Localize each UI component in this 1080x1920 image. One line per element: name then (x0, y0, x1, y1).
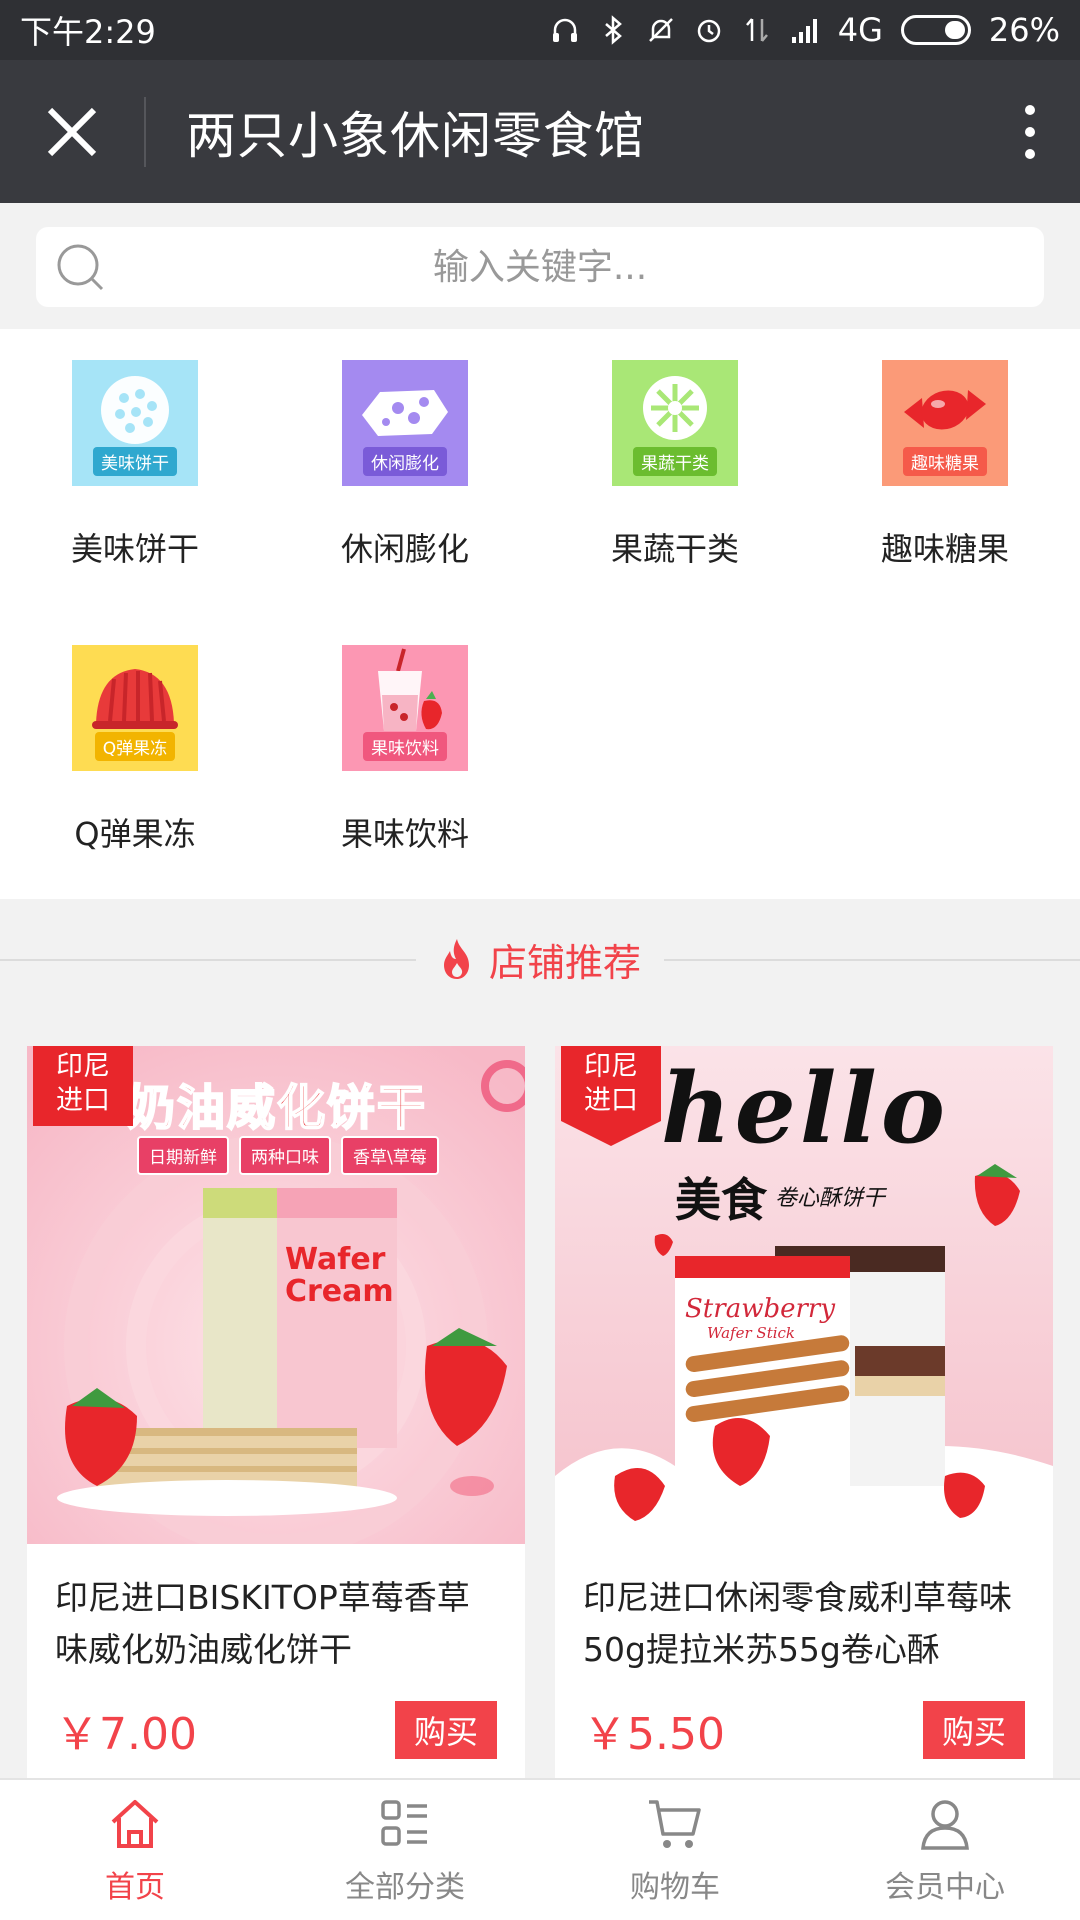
section-title: 店铺推荐 (422, 931, 657, 987)
status-icons: 4G 26% (550, 11, 1060, 49)
category-grid: 美味饼干 美味饼干 休闲膨化 休闲膨化 果蔬干类 果蔬干类 趣味糖果 趣味糖果 … (0, 329, 1080, 899)
import-badge: 印尼进口 (33, 1046, 133, 1126)
puffed-snack-icon: 休闲膨化 (342, 360, 468, 486)
page-title: 两只小象休闲零食馆 (186, 106, 645, 165)
category-label: 果味饮料 (340, 815, 469, 853)
product-price: ￥7.00 (55, 1709, 197, 1760)
tab-label: 首页 (105, 1870, 165, 1905)
tab-label: 购物车 (630, 1870, 720, 1905)
category-item-candy[interactable]: 趣味糖果 趣味糖果 (810, 329, 1080, 589)
product-box-text: Wafer Cream (285, 1242, 394, 1309)
more-button[interactable] (980, 60, 1080, 203)
signal-icon (790, 15, 820, 45)
category-label: 美味饼干 (70, 530, 199, 568)
product-chip: 日期新鲜 (137, 1136, 229, 1175)
nav-bar: 两只小象休闲零食馆 (0, 60, 1080, 203)
tab-label: 会员中心 (885, 1870, 1005, 1905)
product-box-text: Strawberry (685, 1294, 836, 1324)
home-icon (111, 1800, 159, 1848)
category-label: 果蔬干类 (610, 530, 739, 568)
product-image[interactable]: 印尼进口 奶油威化饼干 日期新鲜 两种口味 香草\草莓 Wafer Cream (27, 1046, 525, 1544)
user-icon (921, 1800, 969, 1850)
category-item-puffed[interactable]: 休闲膨化 休闲膨化 (270, 329, 540, 589)
price-row: ￥5.50 购买 (555, 1684, 1053, 1762)
close-button[interactable] (0, 60, 144, 203)
tab-member[interactable]: 会员中心 (810, 1780, 1080, 1920)
status-time: 下午2:29 (20, 13, 156, 51)
product-name[interactable]: 印尼进口BISKITOP草莓香草味威化奶油威化饼干 (27, 1544, 525, 1684)
category-label: Q弹果冻 (74, 815, 196, 853)
app-page: 下午2:29 4G 26% 两只小象休闲零食馆 输入关键字... 美味饼干 美味… (0, 0, 1080, 1920)
product-card[interactable]: 印尼进口 奶油威化饼干 日期新鲜 两种口味 香草\草莓 Wafer Cream … (27, 1046, 525, 1786)
product-chips: 日期新鲜 两种口味 香草\草莓 (137, 1136, 439, 1175)
search-input[interactable] (36, 227, 1044, 307)
close-icon (47, 107, 97, 156)
section-divider-right (664, 959, 1080, 961)
candy-icon: 趣味糖果 (882, 360, 1008, 486)
product-banner-text: 奶油威化饼干 (126, 1079, 428, 1137)
category-tag: Q弹果冻 (94, 732, 176, 761)
buy-button[interactable]: 购买 (923, 1701, 1025, 1759)
product-price: ￥5.50 (583, 1709, 725, 1760)
battery-icon (900, 15, 971, 45)
search-box[interactable] (36, 227, 1044, 307)
section-title-text: 店铺推荐 (488, 940, 641, 985)
section-divider-left (0, 959, 416, 961)
tab-home[interactable]: 首页 (0, 1780, 270, 1920)
alarm-icon (694, 15, 724, 45)
fire-icon (443, 939, 469, 979)
import-badge-text: 印尼进口 (56, 1051, 110, 1116)
mute-icon (646, 15, 676, 45)
product-box-subtext: Wafer Stick (707, 1324, 796, 1342)
network-type: 4G (837, 11, 883, 49)
section-header: 店铺推荐 (0, 899, 1080, 1019)
tab-label: 全部分类 (345, 1870, 465, 1905)
product-name[interactable]: 印尼进口休闲零食威利草莓味50g提拉米苏55g卷心酥 (555, 1544, 1053, 1684)
category-item-jelly[interactable]: Q弹果冻 Q弹果冻 (0, 614, 270, 874)
category-tag: 果蔬干类 (633, 447, 717, 476)
product-chip: 香草\草莓 (341, 1136, 439, 1175)
category-label: 趣味糖果 (880, 530, 1009, 568)
product-subbanner-small: 卷心酥饼干 (775, 1186, 886, 1211)
category-tag: 休闲膨化 (363, 447, 447, 476)
category-item-drink[interactable]: 果味饮料 果味饮料 (270, 614, 540, 874)
import-badge-text: 印尼进口 (584, 1051, 638, 1116)
cart-icon (649, 1800, 701, 1848)
biscuit-icon: 美味饼干 (72, 360, 198, 486)
battery-percent: 26% (988, 11, 1060, 49)
category-label: 休闲膨化 (340, 530, 469, 568)
fruit-drink-icon: 果味饮料 (342, 645, 468, 771)
tab-cart[interactable]: 购物车 (540, 1780, 810, 1920)
search-icon (57, 244, 104, 291)
price-row: ￥7.00 购买 (27, 1684, 525, 1762)
jelly-icon: Q弹果冻 (72, 645, 198, 771)
category-icon (381, 1800, 427, 1846)
category-item-biscuit[interactable]: 美味饼干 美味饼干 (0, 329, 270, 589)
product-chip: 两种口味 (239, 1136, 331, 1175)
status-bar: 下午2:29 4G 26% (0, 0, 1080, 60)
tab-bar: 首页 全部分类 购物车 会员中心 (0, 1778, 1080, 1920)
category-tag: 趣味糖果 (903, 447, 987, 476)
product-banner-text: hello (661, 1052, 949, 1165)
headphones-icon (550, 15, 580, 45)
product-card[interactable]: 印尼进口 hello 美食 卷心酥饼干 Strawberry Wafer Sti… (555, 1046, 1053, 1786)
category-item-dried-fruit[interactable]: 果蔬干类 果蔬干类 (540, 329, 810, 589)
category-tag: 果味饮料 (363, 732, 447, 761)
bluetooth-icon (598, 15, 628, 45)
data-transfer-icon (742, 15, 772, 45)
product-subbanner: 美食 (675, 1173, 767, 1227)
product-image[interactable]: 印尼进口 hello 美食 卷心酥饼干 Strawberry Wafer Sti… (555, 1046, 1053, 1544)
buy-button[interactable]: 购买 (395, 1701, 497, 1759)
dried-fruit-icon: 果蔬干类 (612, 360, 738, 486)
category-tag: 美味饼干 (93, 447, 177, 476)
search-bar (0, 203, 1080, 329)
more-vertical-icon (1025, 104, 1035, 115)
tab-categories[interactable]: 全部分类 (270, 1780, 540, 1920)
